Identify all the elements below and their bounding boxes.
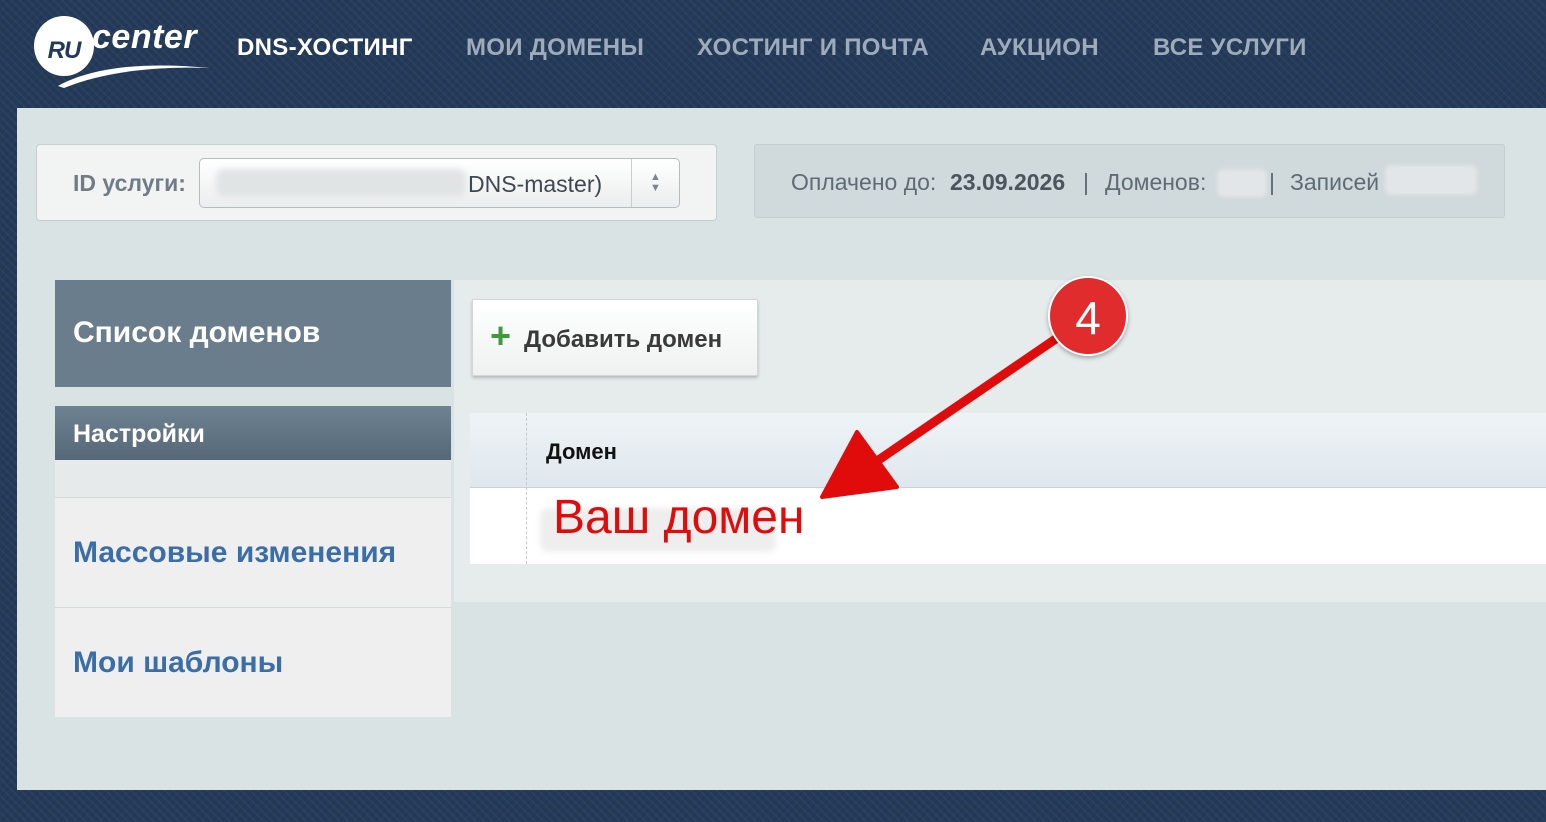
- service-id-select[interactable]: DNS-master) ▲ ▼: [199, 158, 680, 208]
- domains-count-label: Доменов:: [1105, 169, 1207, 195]
- add-domain-button[interactable]: + Добавить домен: [472, 299, 758, 376]
- ru-center-logo[interactable]: RU center: [30, 10, 215, 90]
- redacted-domains-count: [1217, 169, 1267, 197]
- table-header: Домен: [470, 413, 1546, 488]
- step-number-badge: 4: [1048, 276, 1128, 356]
- column-header-domain[interactable]: Домен: [546, 439, 617, 465]
- info-separator: |: [1083, 169, 1089, 195]
- nav-my-domains[interactable]: МОИ ДОМЕНЫ: [466, 34, 644, 62]
- add-domain-label: Добавить домен: [524, 326, 723, 353]
- info-separator-2: |: [1269, 169, 1275, 195]
- plus-icon: +: [490, 315, 512, 356]
- sidebar-divider: [55, 460, 451, 497]
- paid-until-date: 23.09.2026: [950, 169, 1066, 195]
- sidebar-item-label: Массовые изменения: [73, 536, 397, 569]
- service-id-value: DNS-master): [468, 171, 603, 197]
- redacted-service-id: [216, 169, 466, 197]
- sidebar-item-mass-changes[interactable]: Массовые изменения: [55, 497, 451, 607]
- service-info-box: Оплачено до: 23.09.2026 | Доменов: | Зап…: [754, 144, 1505, 218]
- records-count-label: Записей: [1290, 169, 1380, 195]
- main-panel: ID услуги: DNS-master) ▲ ▼ Оплачено до: 2…: [17, 108, 1546, 790]
- sidebar-item-label: Настройки: [73, 420, 205, 448]
- top-header: RU center DNS-ХОСТИНГ МОИ ДОМЕНЫ ХОСТИНГ…: [0, 0, 1546, 108]
- table-row-domain[interactable]: Ваш домен: [553, 490, 804, 545]
- domains-content: + Добавить домен Домен Ваш домен: [454, 280, 1546, 602]
- redacted-records-count: [1385, 165, 1477, 195]
- nav-auction[interactable]: АУКЦИОН: [980, 34, 1099, 62]
- service-id-box: ID услуги: DNS-master) ▲ ▼: [36, 144, 717, 221]
- sidebar-item-my-templates[interactable]: Мои шаблоны: [55, 607, 451, 717]
- service-id-label: ID услуги:: [73, 170, 186, 196]
- sidebar-item-settings[interactable]: Настройки: [55, 406, 451, 460]
- nav-hosting-mail[interactable]: ХОСТИНГ И ПОЧТА: [697, 34, 929, 62]
- sidebar-item-label: Список доменов: [73, 316, 321, 349]
- checkbox-column: [470, 413, 527, 564]
- nav-all-services[interactable]: ВСЕ УСЛУГИ: [1153, 34, 1307, 62]
- sidebar-item-label: Мои шаблоны: [73, 646, 284, 679]
- select-arrows-icon[interactable]: ▲ ▼: [631, 159, 679, 207]
- logo-swoosh-icon: [58, 65, 210, 88]
- nav-dns-hosting[interactable]: DNS-ХОСТИНГ: [237, 34, 413, 62]
- sidebar-item-domain-list[interactable]: Список доменов: [55, 280, 451, 387]
- domains-table: Домен Ваш домен: [470, 413, 1546, 564]
- paid-until-label: Оплачено до:: [791, 169, 937, 195]
